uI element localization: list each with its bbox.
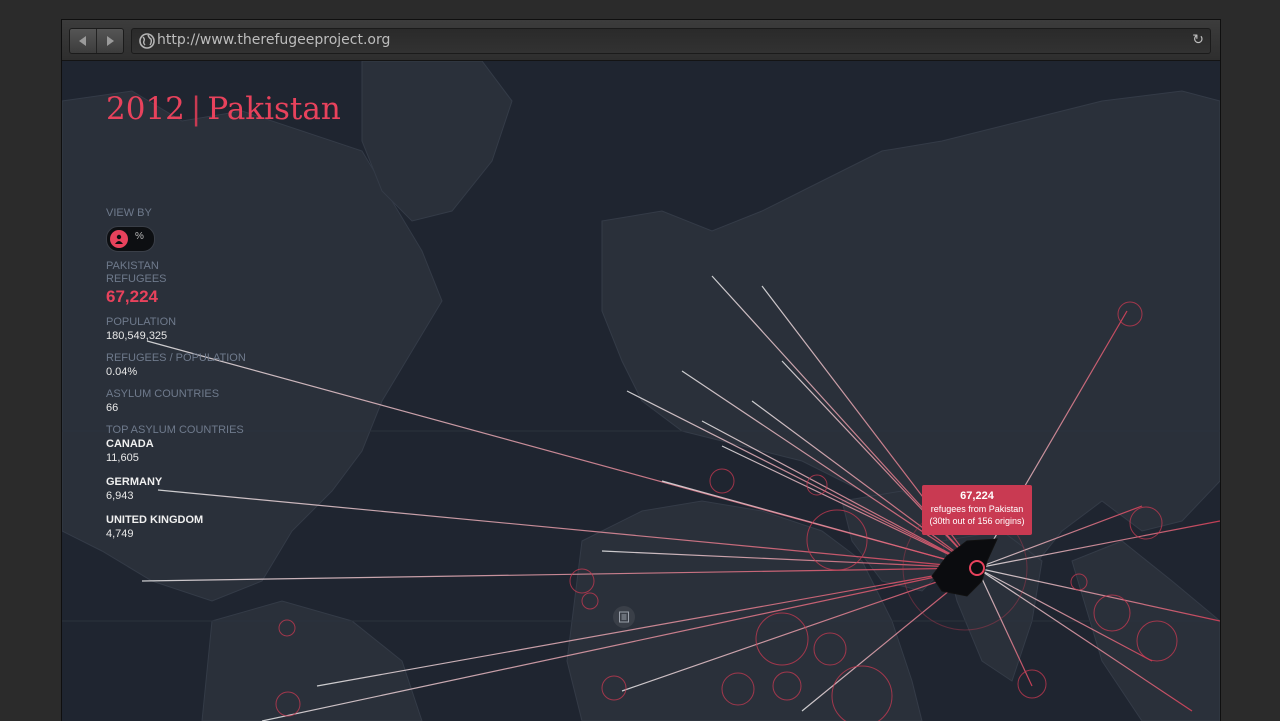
percent-option[interactable]: % bbox=[135, 231, 144, 242]
population-label: POPULATION bbox=[106, 316, 177, 328]
refugees-label-line1: PAKISTAN bbox=[106, 260, 159, 272]
ratio-label: REFUGEES / POPULATION bbox=[106, 352, 246, 364]
ratio-value: 0.04% bbox=[106, 366, 138, 378]
refugees-label-line2: REFUGEES bbox=[106, 273, 167, 285]
address-bar[interactable]: http://www.therefugeeproject.org ↻ bbox=[131, 28, 1211, 54]
forward-arrow-icon bbox=[107, 36, 114, 46]
reload-icon[interactable]: ↻ bbox=[1192, 32, 1204, 48]
top-asylum-country[interactable]: CANADA bbox=[106, 437, 326, 451]
top-asylum-value: 11,605 bbox=[106, 452, 139, 464]
map-viewport[interactable]: 2012 | Pakistan VIEW BY % PAKISTAN REFUGEE… bbox=[62, 61, 1220, 721]
person-icon[interactable] bbox=[110, 230, 128, 248]
south-america-land bbox=[201, 600, 423, 721]
southeast-asia-land bbox=[1071, 540, 1220, 721]
browser-window: http://www.therefugeeproject.org ↻ 2012 … bbox=[61, 19, 1221, 721]
top-asylum-value: 6,943 bbox=[106, 490, 134, 502]
tooltip-count: 67,224 bbox=[960, 490, 994, 502]
page-title: 2012 | Pakistan bbox=[106, 91, 341, 127]
population-value: 180,549,325 bbox=[106, 330, 168, 342]
top-asylum-country[interactable]: UNITED KINGDOM bbox=[106, 513, 326, 527]
country-tooltip: 67,224 refugees from Pakistan (30th out … bbox=[922, 485, 1032, 535]
browser-toolbar: http://www.therefugeeproject.org ↻ bbox=[62, 20, 1220, 61]
globe-icon bbox=[139, 33, 155, 49]
stats-panel: VIEW BY % PAKISTAN REFUGEES 67,224 POPUL… bbox=[106, 207, 326, 541]
refugees-value: 67,224 bbox=[106, 287, 158, 306]
document-icon[interactable] bbox=[613, 606, 635, 628]
top-asylum-label: TOP ASYLUM COUNTRIES bbox=[106, 424, 244, 436]
title-country: Pakistan bbox=[207, 91, 341, 127]
view-by-label: VIEW BY bbox=[106, 207, 152, 219]
view-by-toggle[interactable]: % bbox=[106, 226, 155, 252]
title-year: 2012 bbox=[106, 91, 185, 127]
nav-button-group bbox=[69, 28, 124, 54]
back-arrow-icon bbox=[79, 36, 86, 46]
forward-button[interactable] bbox=[96, 29, 123, 53]
tooltip-line1: refugees from Pakistan bbox=[930, 504, 1024, 514]
top-asylum-item[interactable]: GERMANY 6,943 bbox=[106, 475, 326, 503]
top-asylum-item[interactable]: CANADA 11,605 bbox=[106, 437, 326, 465]
top-asylum-country[interactable]: GERMANY bbox=[106, 475, 326, 489]
pakistan-marker[interactable] bbox=[969, 560, 985, 576]
title-separator: | bbox=[190, 91, 202, 127]
back-button[interactable] bbox=[70, 29, 96, 53]
top-asylum-item[interactable]: UNITED KINGDOM 4,749 bbox=[106, 513, 326, 541]
url-text[interactable]: http://www.therefugeeproject.org bbox=[157, 32, 390, 48]
tooltip-line2: (30th out of 156 origins) bbox=[929, 516, 1025, 526]
asylum-countries-label: ASYLUM COUNTRIES bbox=[106, 388, 220, 400]
asylum-countries-value: 66 bbox=[106, 402, 119, 414]
top-asylum-value: 4,749 bbox=[106, 528, 134, 540]
